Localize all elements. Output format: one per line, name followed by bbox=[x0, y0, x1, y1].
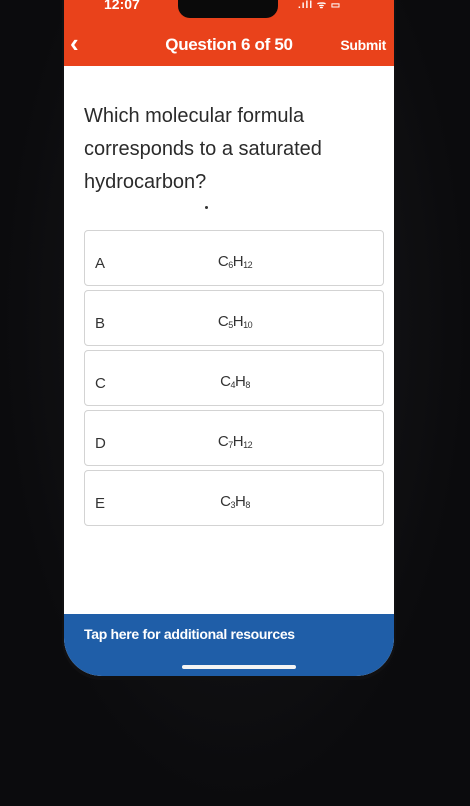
formula-subscript: 8 bbox=[245, 500, 250, 510]
formula-element: H bbox=[232, 433, 244, 450]
option-formula: C6H12 bbox=[85, 253, 385, 270]
answer-option-d[interactable]: D C7H12 bbox=[84, 410, 384, 466]
status-bar: 12:07 .ıll ᯤ ▭ bbox=[64, 0, 394, 22]
option-formula: C3H8 bbox=[85, 493, 385, 510]
answer-options: A C6H12 B C5H10 C C4H8 D C7H12 E C3H8 bbox=[84, 230, 384, 530]
formula-subscript: 12 bbox=[243, 440, 253, 450]
submit-button[interactable]: Submit bbox=[340, 37, 386, 53]
camera-notch bbox=[178, 0, 278, 18]
option-formula: C5H10 bbox=[85, 313, 385, 330]
formula-element: H bbox=[235, 493, 246, 510]
formula-element: C bbox=[220, 493, 231, 510]
resources-bar[interactable]: Tap here for additional resources bbox=[64, 614, 394, 676]
resources-link[interactable]: Tap here for additional resources bbox=[84, 626, 295, 642]
formula-element: C bbox=[217, 433, 229, 450]
photo-backdrop: 12:07 .ıll ᯤ ▭ ‹ Question 6 of 50 Submit… bbox=[0, 0, 470, 806]
formula-element: H bbox=[235, 373, 246, 390]
formula-element: H bbox=[232, 253, 244, 270]
phone-screen: 12:07 .ıll ᯤ ▭ ‹ Question 6 of 50 Submit… bbox=[64, 0, 394, 676]
formula-subscript: 8 bbox=[245, 380, 250, 390]
answer-option-a[interactable]: A C6H12 bbox=[84, 230, 384, 286]
app-header: ‹ Question 6 of 50 Submit bbox=[64, 22, 394, 66]
phone-frame: 12:07 .ıll ᯤ ▭ ‹ Question 6 of 50 Submit… bbox=[62, 0, 396, 680]
formula-subscript: 12 bbox=[243, 260, 253, 270]
formula-element: C bbox=[217, 313, 229, 330]
answer-option-c[interactable]: C C4H8 bbox=[84, 350, 384, 406]
answer-option-b[interactable]: B C5H10 bbox=[84, 290, 384, 346]
status-icons: .ıll ᯤ ▭ bbox=[298, 0, 342, 11]
stray-dot bbox=[205, 206, 208, 209]
answer-option-e[interactable]: E C3H8 bbox=[84, 470, 384, 526]
formula-element: C bbox=[220, 373, 231, 390]
question-text: Which molecular formula corresponds to a… bbox=[84, 105, 322, 193]
formula-element: H bbox=[232, 313, 244, 330]
formula-subscript: 10 bbox=[243, 320, 253, 330]
status-time: 12:07 bbox=[104, 0, 140, 12]
option-formula: C4H8 bbox=[85, 373, 385, 390]
home-indicator[interactable] bbox=[182, 665, 296, 669]
option-formula: C7H12 bbox=[85, 433, 385, 450]
formula-element: C bbox=[217, 253, 229, 270]
